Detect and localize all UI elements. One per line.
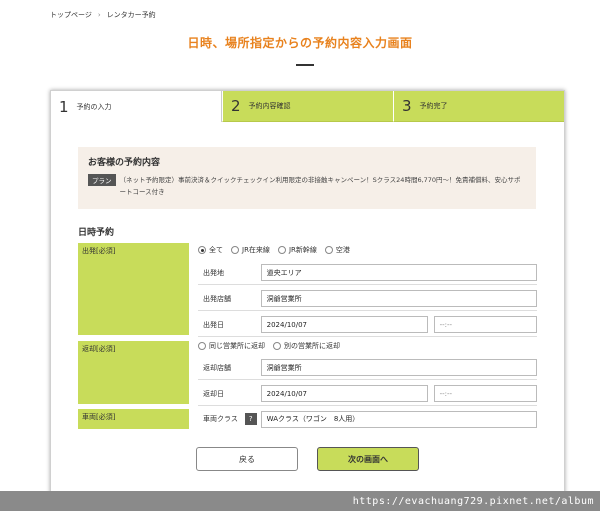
return-date-input[interactable]: 2024/10/07 (260, 385, 428, 402)
departure-date-label: 出発日 (203, 320, 224, 329)
return-store-select[interactable]: 洞爺営業所 (260, 359, 537, 376)
breadcrumb-home[interactable]: トップページ (50, 10, 92, 20)
departure-date-row: 出発日 2024/10/07 --:-- (198, 313, 538, 337)
radio-jr-shinkansen-label: JR新幹線 (288, 246, 317, 254)
page-title: 日時、場所指定からの予約内容入力画面 (187, 36, 413, 50)
tab-step-1-label: 予約の入力 (76, 102, 112, 111)
departure-time-input[interactable]: --:-- (433, 316, 538, 333)
step-tabs: 1 予約の入力 2 予約内容確認 3 予約完了 (51, 91, 564, 122)
return-store-row: 返却店舗 洞爺営業所 (198, 356, 537, 380)
tab-step-1-number: 1 (59, 97, 69, 116)
summary-title: お客様の予約内容 (88, 158, 161, 168)
departure-store-row: 出発店舗 洞爺営業所 (198, 287, 537, 311)
radio-jr-shinkansen[interactable]: JR新幹線 (277, 245, 317, 255)
vehicle-label: 車両[必須] (78, 409, 189, 429)
watermark-url: https://evachuang729.pixnet.net/album (0, 491, 600, 511)
radio-jr-shinkansen-dot[interactable] (277, 246, 286, 254)
vehicle-class-row: 車両クラス ? WAクラス（ワゴン 8人用） (198, 407, 537, 431)
tab-step-2-label: 予約内容確認 (248, 102, 291, 110)
tab-step-1[interactable]: 1 予約の入力 (51, 91, 222, 122)
radio-airport-label: 空港 (335, 246, 350, 254)
breadcrumb-current: レンタカー予約 (106, 11, 156, 19)
return-store-label: 返却店舗 (203, 363, 231, 372)
radio-airport[interactable]: 空港 (324, 245, 350, 255)
return-type-radios: 同じ営業所に返却 別の営業所に返却 (198, 337, 537, 355)
radio-same-store[interactable]: 同じ営業所に返却 (198, 341, 265, 351)
return-label: 返却[必須] (78, 341, 189, 404)
return-date-label: 返却日 (203, 389, 224, 398)
vehicle-class-select[interactable]: WAクラス（ワゴン 8人用） (260, 410, 537, 428)
departure-date-input[interactable]: 2024/10/07 (260, 316, 428, 333)
departure-store-select[interactable]: 洞爺営業所 (260, 290, 537, 307)
breadcrumb-separator: › (97, 11, 101, 19)
tab-step-3: 3 予約完了 (393, 91, 564, 122)
radio-all-label: 全て (209, 246, 223, 254)
departure-region-select[interactable]: 道央エリア (260, 264, 537, 281)
departure-region-label: 出発地 (203, 268, 224, 277)
next-button[interactable]: 次の画面へ (317, 447, 419, 471)
radio-same-store-dot[interactable] (198, 342, 206, 350)
radio-other-store[interactable]: 別の営業所に返却 (273, 341, 340, 351)
plan-description: （ネット予約限定）事前決済＆クイックチェックイン利用限定の非接触キャンペーン！S… (119, 176, 521, 196)
section-title-datetime: 日時予約 (78, 228, 115, 238)
radio-jr-local-dot[interactable] (231, 246, 239, 254)
reservation-summary: お客様の予約内容 プラン （ネット予約限定）事前決済＆クイックチェックイン利用限… (78, 147, 536, 209)
departure-store-label: 出発店舗 (203, 294, 231, 303)
tab-step-3-number: 3 (402, 97, 412, 115)
radio-airport-dot[interactable] (324, 246, 333, 254)
back-button[interactable]: 戻る (196, 447, 298, 471)
return-time-input[interactable]: --:-- (433, 385, 538, 402)
tab-step-2: 2 予約内容確認 (222, 91, 393, 122)
return-date-row: 返却日 2024/10/07 --:-- (198, 382, 538, 406)
radio-all-dot[interactable] (198, 246, 206, 254)
radio-same-store-label: 同じ営業所に返却 (209, 342, 265, 350)
breadcrumb: トップページ › レンタカー予約 (50, 10, 156, 20)
radio-jr-local-label: JR在来線 (242, 246, 270, 254)
plan-row: プラン （ネット予約限定）事前決済＆クイックチェックイン利用限定の非接触キャンペ… (88, 174, 526, 198)
radio-all[interactable]: 全て (198, 245, 223, 255)
radio-jr-local[interactable]: JR在来線 (231, 245, 270, 255)
radio-other-store-label: 別の営業所に返却 (284, 342, 340, 350)
departure-type-radios: 全て JR在来線 JR新幹線 空港 (198, 241, 537, 259)
departure-label: 出発[必須] (78, 243, 189, 335)
plan-badge: プラン (88, 174, 116, 186)
tab-step-3-label: 予約完了 (419, 102, 448, 110)
radio-other-store-dot[interactable] (273, 342, 281, 350)
vehicle-class-label: 車両クラス (203, 415, 238, 423)
title-divider (296, 64, 314, 66)
help-icon[interactable]: ? (244, 413, 257, 425)
tab-step-2-number: 2 (231, 97, 241, 115)
departure-region-row: 出発地 道央エリア (198, 261, 537, 285)
reservation-panel: 1 予約の入力 2 予約内容確認 3 予約完了 お客様の予約内容 プラン （ネッ… (50, 90, 565, 496)
